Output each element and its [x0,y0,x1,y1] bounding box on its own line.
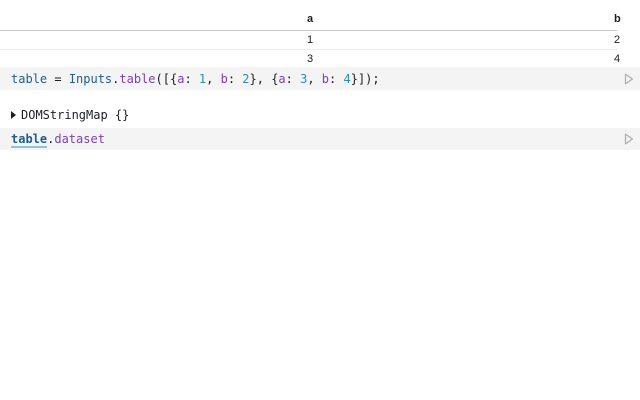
code-token-punc: ([{ [155,71,178,86]
code-cell-table[interactable]: table = Inputs.table([{a: 1, b: 2}, {a: … [0,67,640,90]
code-token-num: 2 [242,71,250,86]
code-token-punc: , [206,71,221,86]
code-token-prop: dataset [54,132,105,146]
code-token-key: b [220,71,228,86]
play-icon [624,73,634,84]
table-cell: 4 [614,53,621,65]
table-cell: 3 [307,53,314,65]
table-output: a b 1 2 3 4 [0,8,621,69]
code-token-num: 4 [343,71,351,86]
code-token-op: = [47,71,69,86]
code-token-punc: : [285,71,301,86]
code-token-punc: , [307,71,322,86]
code-token-prop: table [119,71,156,86]
table-header-row: a b [0,8,621,31]
code-token-key: b [321,71,330,86]
code-token-var: table [11,71,48,86]
code-token-var: Inputs [68,71,113,86]
code-token-punc: : [184,71,199,86]
play-icon [624,133,634,145]
code-cell-dataset[interactable]: table.dataset [0,128,640,150]
table-row[interactable]: 1 2 [0,31,620,50]
code-token-punc: : [329,71,344,86]
run-button[interactable] [624,73,634,85]
inspector-label: DOMStringMap {} [21,108,130,122]
column-header-a[interactable]: a [0,13,614,25]
column-header-b[interactable]: b [614,13,631,25]
code-token-punc: }, { [249,71,279,86]
caret-right-icon[interactable] [11,111,16,119]
inspector-dataset[interactable]: DOMStringMap {} [11,107,129,123]
run-button[interactable] [624,133,634,145]
code-line: table = Inputs.table([{a: 1, b: 2}, {a: … [11,72,380,86]
code-line: table.dataset [11,132,105,148]
table-cell: 1 [307,34,314,46]
code-token-ref: table [11,132,48,148]
code-token-key: a [278,71,286,86]
code-token-punc: : [227,71,243,86]
code-token-punc: }]); [350,71,380,86]
table-cell: 2 [614,34,621,46]
